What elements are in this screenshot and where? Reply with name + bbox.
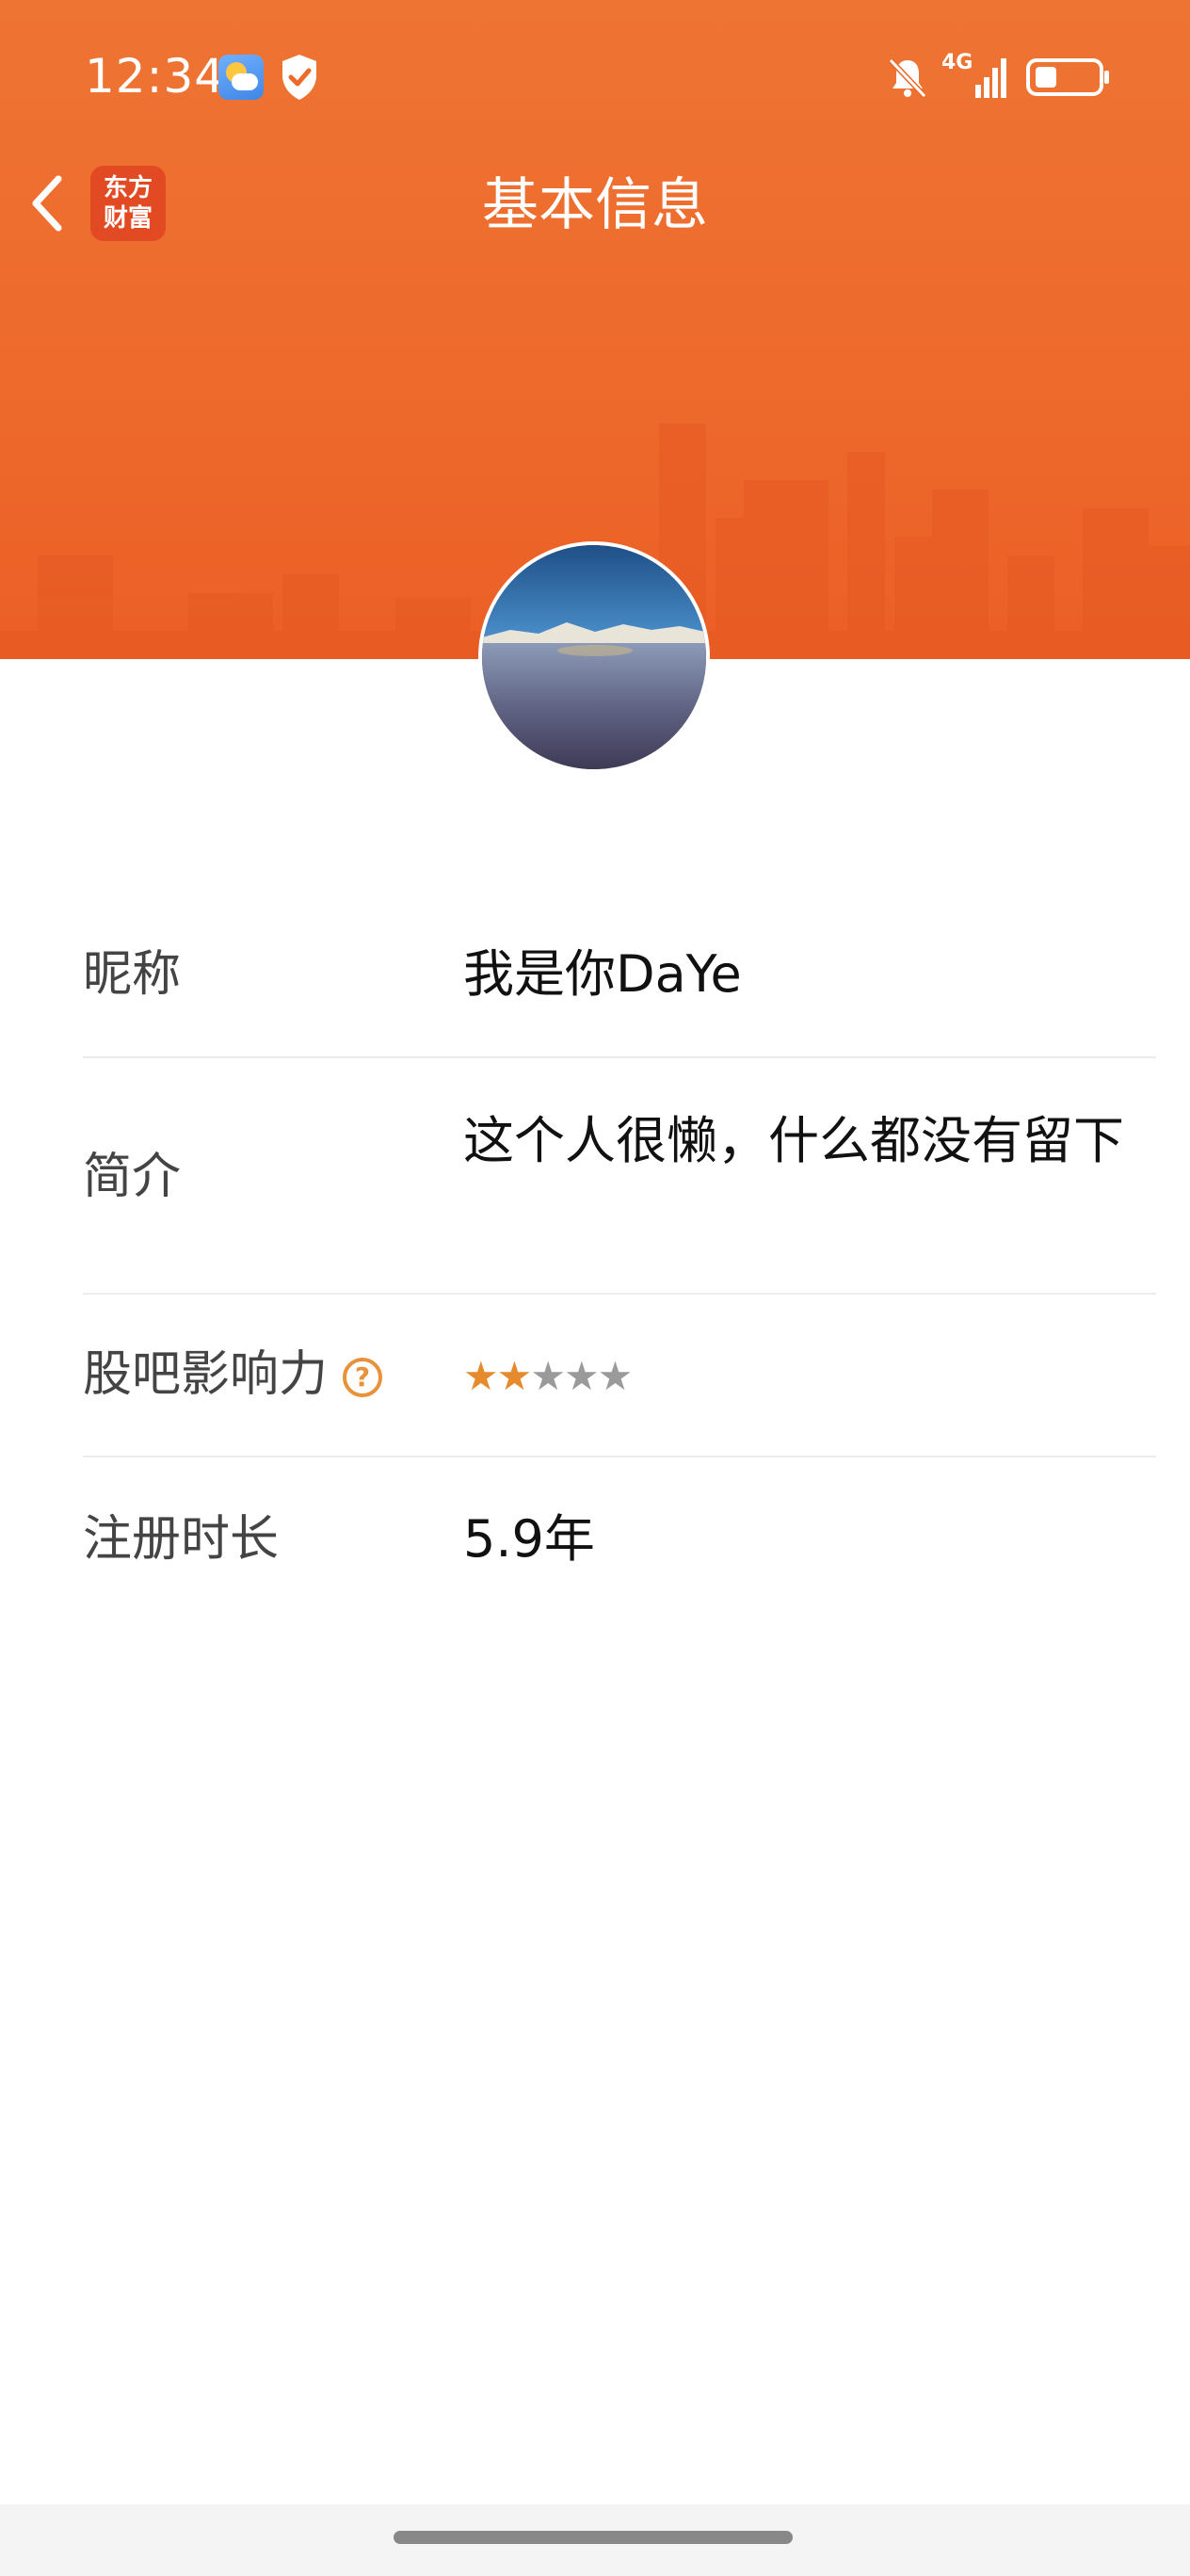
nickname-value: 我是你DaYe	[463, 944, 742, 1004]
bio-label: 简介	[83, 1149, 182, 1205]
registration-label: 注册时长	[83, 1511, 280, 1568]
star-empty-icon: ★	[563, 1353, 600, 1399]
nickname-label: 昵称	[83, 946, 182, 1003]
weather-icon	[218, 55, 264, 100]
influence-star-rating: ★★★★★	[463, 1353, 634, 1400]
shield-check-icon	[282, 55, 316, 100]
profile-row-registration: 注册时长 5.9年	[83, 1506, 1156, 1572]
profile-row-bio: 简介 这个人很懒，什么都没有留下	[83, 1106, 1156, 1248]
bio-value: 这个人很懒，什么都没有留下	[463, 1111, 1124, 1170]
mute-bell-icon	[888, 57, 927, 99]
star-filled-icon: ★	[463, 1353, 499, 1399]
profile-row-influence: 股吧影响力? ★★★★★	[83, 1342, 1156, 1408]
influence-label-group: 股吧影响力?	[83, 1342, 383, 1408]
status-time: 12:34	[85, 49, 226, 104]
influence-label: 股吧影响力	[83, 1346, 329, 1403]
battery-icon	[1026, 58, 1109, 96]
divider	[83, 1456, 1156, 1457]
star-empty-icon: ★	[597, 1353, 634, 1399]
avatar-image	[482, 545, 706, 769]
home-indicator[interactable]	[394, 2531, 793, 2544]
signal-icon	[975, 58, 1006, 98]
star-empty-icon: ★	[530, 1353, 566, 1399]
profile-row-nickname: 昵称 我是你DaYe	[83, 942, 1156, 1007]
star-filled-icon: ★	[496, 1353, 533, 1399]
help-icon[interactable]: ?	[343, 1358, 383, 1397]
avatar[interactable]	[478, 541, 710, 773]
page-title: 基本信息	[482, 172, 708, 238]
divider	[83, 1293, 1156, 1295]
registration-value: 5.9年	[463, 1509, 595, 1569]
divider	[83, 1056, 1156, 1058]
